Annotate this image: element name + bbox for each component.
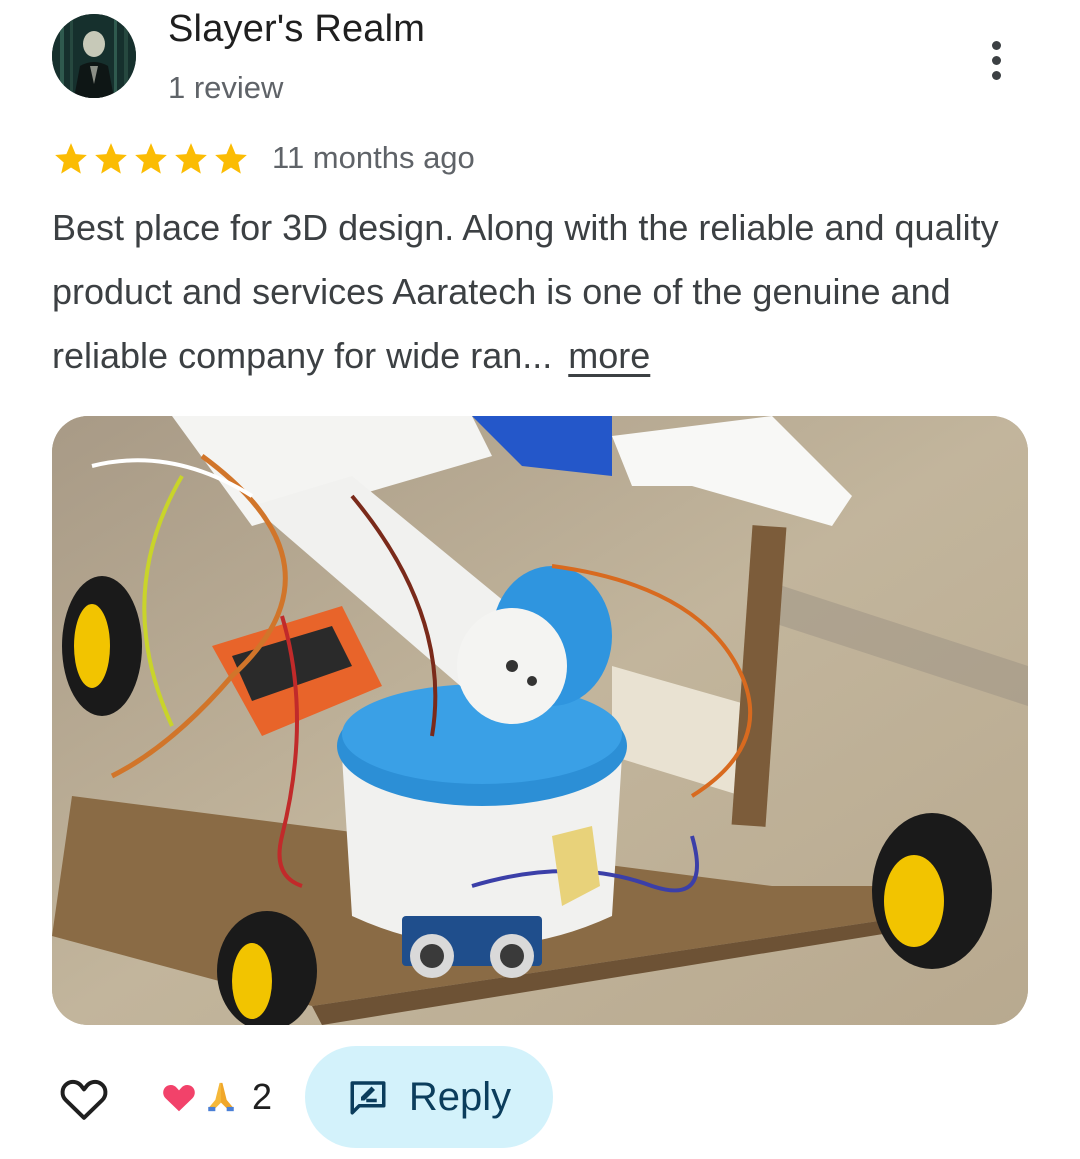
more-options-icon[interactable] <box>976 30 1016 90</box>
star-icon <box>55 143 87 174</box>
like-heart-icon[interactable] <box>56 1070 112 1126</box>
review-count: 1 review <box>168 70 284 105</box>
reply-label: Reply <box>408 1074 512 1119</box>
star-rating <box>52 140 250 178</box>
reviewer-name[interactable]: Slayer's Realm <box>168 8 425 51</box>
star-icon <box>95 143 127 174</box>
star-icon <box>215 143 247 174</box>
star-icon <box>135 143 167 174</box>
reply-button[interactable]: Reply <box>305 1046 553 1148</box>
star-icon <box>175 143 207 174</box>
avatar[interactable] <box>52 14 136 98</box>
review-body: Best place for 3D design. Along with the… <box>52 207 999 376</box>
more-link[interactable]: more <box>568 335 650 376</box>
folded-hands-icon <box>208 1082 234 1112</box>
reactions-summary[interactable]: 2 <box>160 1076 272 1118</box>
review-text: Best place for 3D design. Along with the… <box>52 196 1042 388</box>
reaction-count: 2 <box>252 1076 273 1117</box>
review-photo[interactable] <box>52 416 1028 1025</box>
review-time: 11 months ago <box>272 140 475 175</box>
reply-icon <box>350 1081 386 1115</box>
heart-reaction-icon <box>163 1084 195 1112</box>
